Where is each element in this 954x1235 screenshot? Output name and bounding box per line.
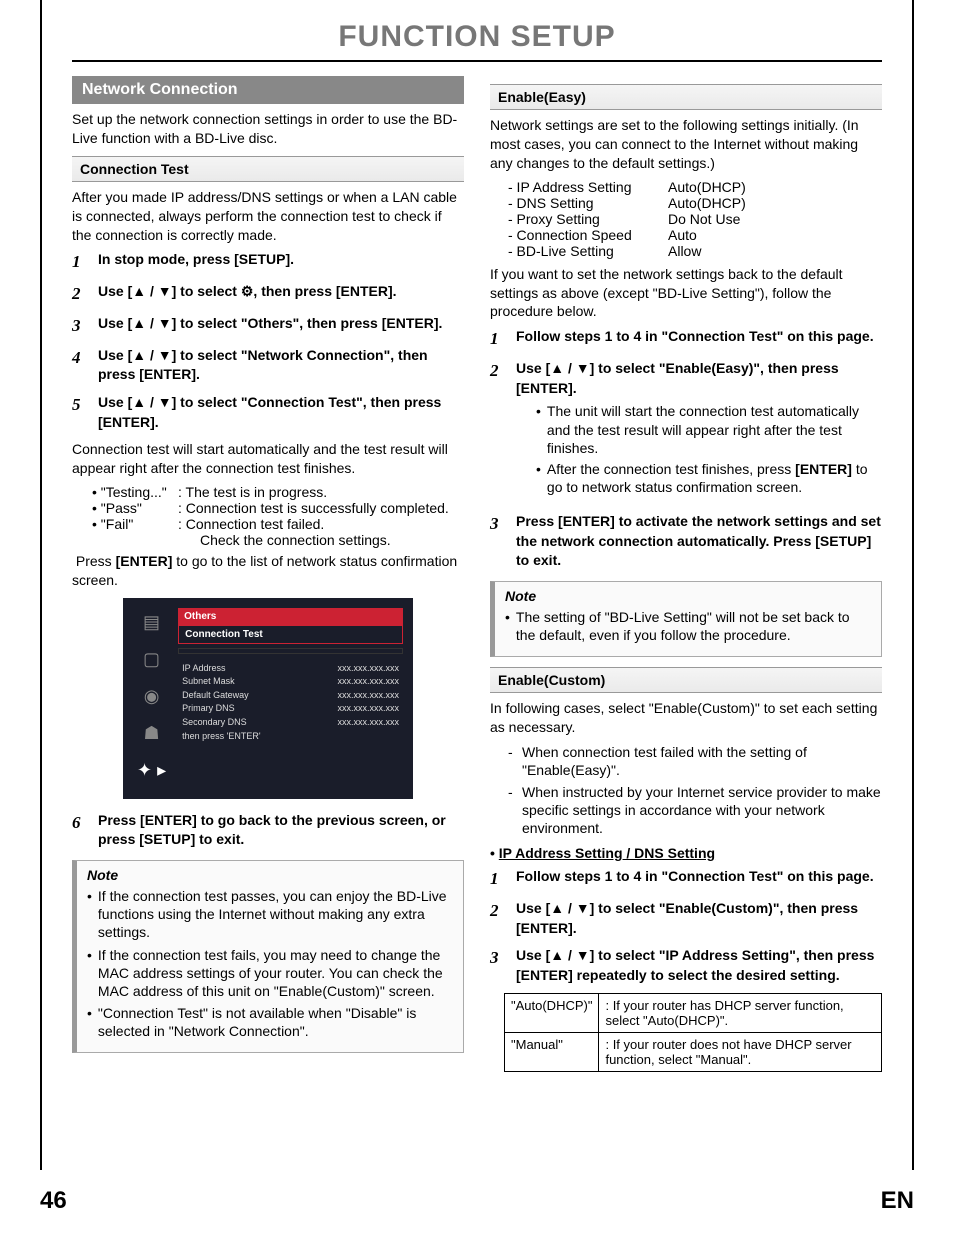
- setting-ip: - IP Address SettingAuto(DHCP): [508, 179, 882, 195]
- note-box-left: Note If the connection test passes, you …: [72, 860, 464, 1054]
- osd-screenshot: ▤ ▢ ◉ ☗ ✦ ▸ Others Connection Test IP Ad…: [123, 598, 413, 799]
- step-6: 6Press [ENTER] to go back to the previou…: [72, 811, 464, 850]
- intro-text: Set up the network connection settings i…: [72, 110, 464, 148]
- note-item: If the connection test passes, you can e…: [87, 887, 453, 942]
- osd-icon-language: ▤: [143, 612, 160, 633]
- note-title: Note: [87, 867, 453, 883]
- custom-case-1: When connection test failed with the set…: [508, 743, 882, 779]
- custom-step-2: 2Use [▲ / ▼] to select "Enable(Custom)",…: [490, 899, 882, 938]
- osd-note: then press 'ENTER': [182, 731, 399, 741]
- easy-sub-1: The unit will start the connection test …: [536, 402, 882, 457]
- connection-test-intro: After you made IP address/DNS settings o…: [72, 188, 464, 245]
- enable-easy-intro: Network settings are set to the followin…: [490, 116, 882, 173]
- note-item: The setting of "BD-Live Setting" will no…: [505, 608, 871, 644]
- osd-sub-connection-test: Connection Test: [178, 625, 403, 644]
- osd-row-subnet: Subnet Maskxxx.xxx.xxx.xxx: [182, 675, 399, 689]
- page-lang: EN: [881, 1187, 914, 1215]
- step-2: 2Use [▲ / ▼] to select ⚙, then press [EN…: [72, 282, 464, 306]
- osd-row-pdns: Primary DNSxxx.xxx.xxx.xxx: [182, 702, 399, 716]
- table-row: "Manual" : If your router does not have …: [505, 1033, 882, 1072]
- subhead-enable-easy: Enable(Easy): [490, 84, 882, 110]
- setting-dns: - DNS SettingAuto(DHCP): [508, 195, 882, 211]
- easy-sub-2: After the connection test finishes, pres…: [536, 460, 882, 496]
- step-3: 3Use [▲ / ▼] to select "Others", then pr…: [72, 314, 464, 338]
- title-rule: [72, 60, 882, 62]
- enable-easy-reset: If you want to set the network settings …: [490, 265, 882, 322]
- right-column: Enable(Easy) Network settings are set to…: [490, 76, 882, 1072]
- note-item: "Connection Test" is not available when …: [87, 1004, 453, 1040]
- osd-icon-others: ✦ ▸: [137, 760, 166, 781]
- setting-speed: - Connection SpeedAuto: [508, 227, 882, 243]
- osd-row-ip: IP Addressxxx.xxx.xxx.xxx: [182, 662, 399, 676]
- subhead-connection-test: Connection Test: [72, 156, 464, 182]
- note-title: Note: [505, 588, 871, 604]
- osd-row-sdns: Secondary DNSxxx.xxx.xxx.xxx: [182, 716, 399, 730]
- custom-case-2: When instructed by your Internet service…: [508, 783, 882, 838]
- page-number: 46: [40, 1187, 67, 1215]
- easy-step-3: 3Press [ENTER] to activate the network s…: [490, 512, 882, 571]
- ip-dns-heading: • IP Address Setting / DNS Setting: [490, 845, 882, 861]
- osd-row-gateway: Default Gatewayxxx.xxx.xxx.xxx: [182, 689, 399, 703]
- osd-icon-parental: ☗: [143, 723, 159, 744]
- note-item: If the connection test fails, you may ne…: [87, 946, 453, 1001]
- result-testing: • "Testing...": The test is in progress.: [92, 484, 464, 500]
- press-enter-text: Press [ENTER] to go to the list of netwo…: [72, 552, 464, 590]
- page-title: FUNCTION SETUP: [72, 20, 882, 54]
- result-pass: • "Pass": Connection test is successfull…: [92, 500, 464, 516]
- step-5: 5Use [▲ / ▼] to select "Connection Test"…: [72, 393, 464, 432]
- setting-bdlive: - BD-Live SettingAllow: [508, 243, 882, 259]
- easy-step-1: 1Follow steps 1 to 4 in "Connection Test…: [490, 327, 882, 351]
- result-fail-extra: Check the connection settings.: [92, 532, 464, 548]
- options-table: "Auto(DHCP)" : If your router has DHCP s…: [504, 993, 882, 1072]
- osd-icon-display: ▢: [143, 649, 160, 670]
- enable-custom-intro: In following cases, select "Enable(Custo…: [490, 699, 882, 737]
- after-steps-text: Connection test will start automatically…: [72, 440, 464, 478]
- easy-step-2: 2 Use [▲ / ▼] to select "Enable(Easy)", …: [490, 359, 882, 504]
- section-network-connection: Network Connection: [72, 76, 464, 104]
- custom-step-3: 3Use [▲ / ▼] to select "IP Address Setti…: [490, 946, 882, 985]
- step-1: 1In stop mode, press [SETUP].: [72, 250, 464, 274]
- osd-icon-audio: ◉: [144, 686, 160, 707]
- table-row: "Auto(DHCP)" : If your router has DHCP s…: [505, 994, 882, 1033]
- step-4: 4Use [▲ / ▼] to select "Network Connecti…: [72, 346, 464, 385]
- setting-proxy: - Proxy SettingDo Not Use: [508, 211, 882, 227]
- custom-step-1: 1Follow steps 1 to 4 in "Connection Test…: [490, 867, 882, 891]
- left-column: Network Connection Set up the network co…: [72, 76, 464, 1072]
- result-fail: • "Fail": Connection test failed.: [92, 516, 464, 532]
- subhead-enable-custom: Enable(Custom): [490, 667, 882, 693]
- note-box-easy: Note The setting of "BD-Live Setting" wi…: [490, 581, 882, 657]
- osd-head-others: Others: [178, 608, 403, 625]
